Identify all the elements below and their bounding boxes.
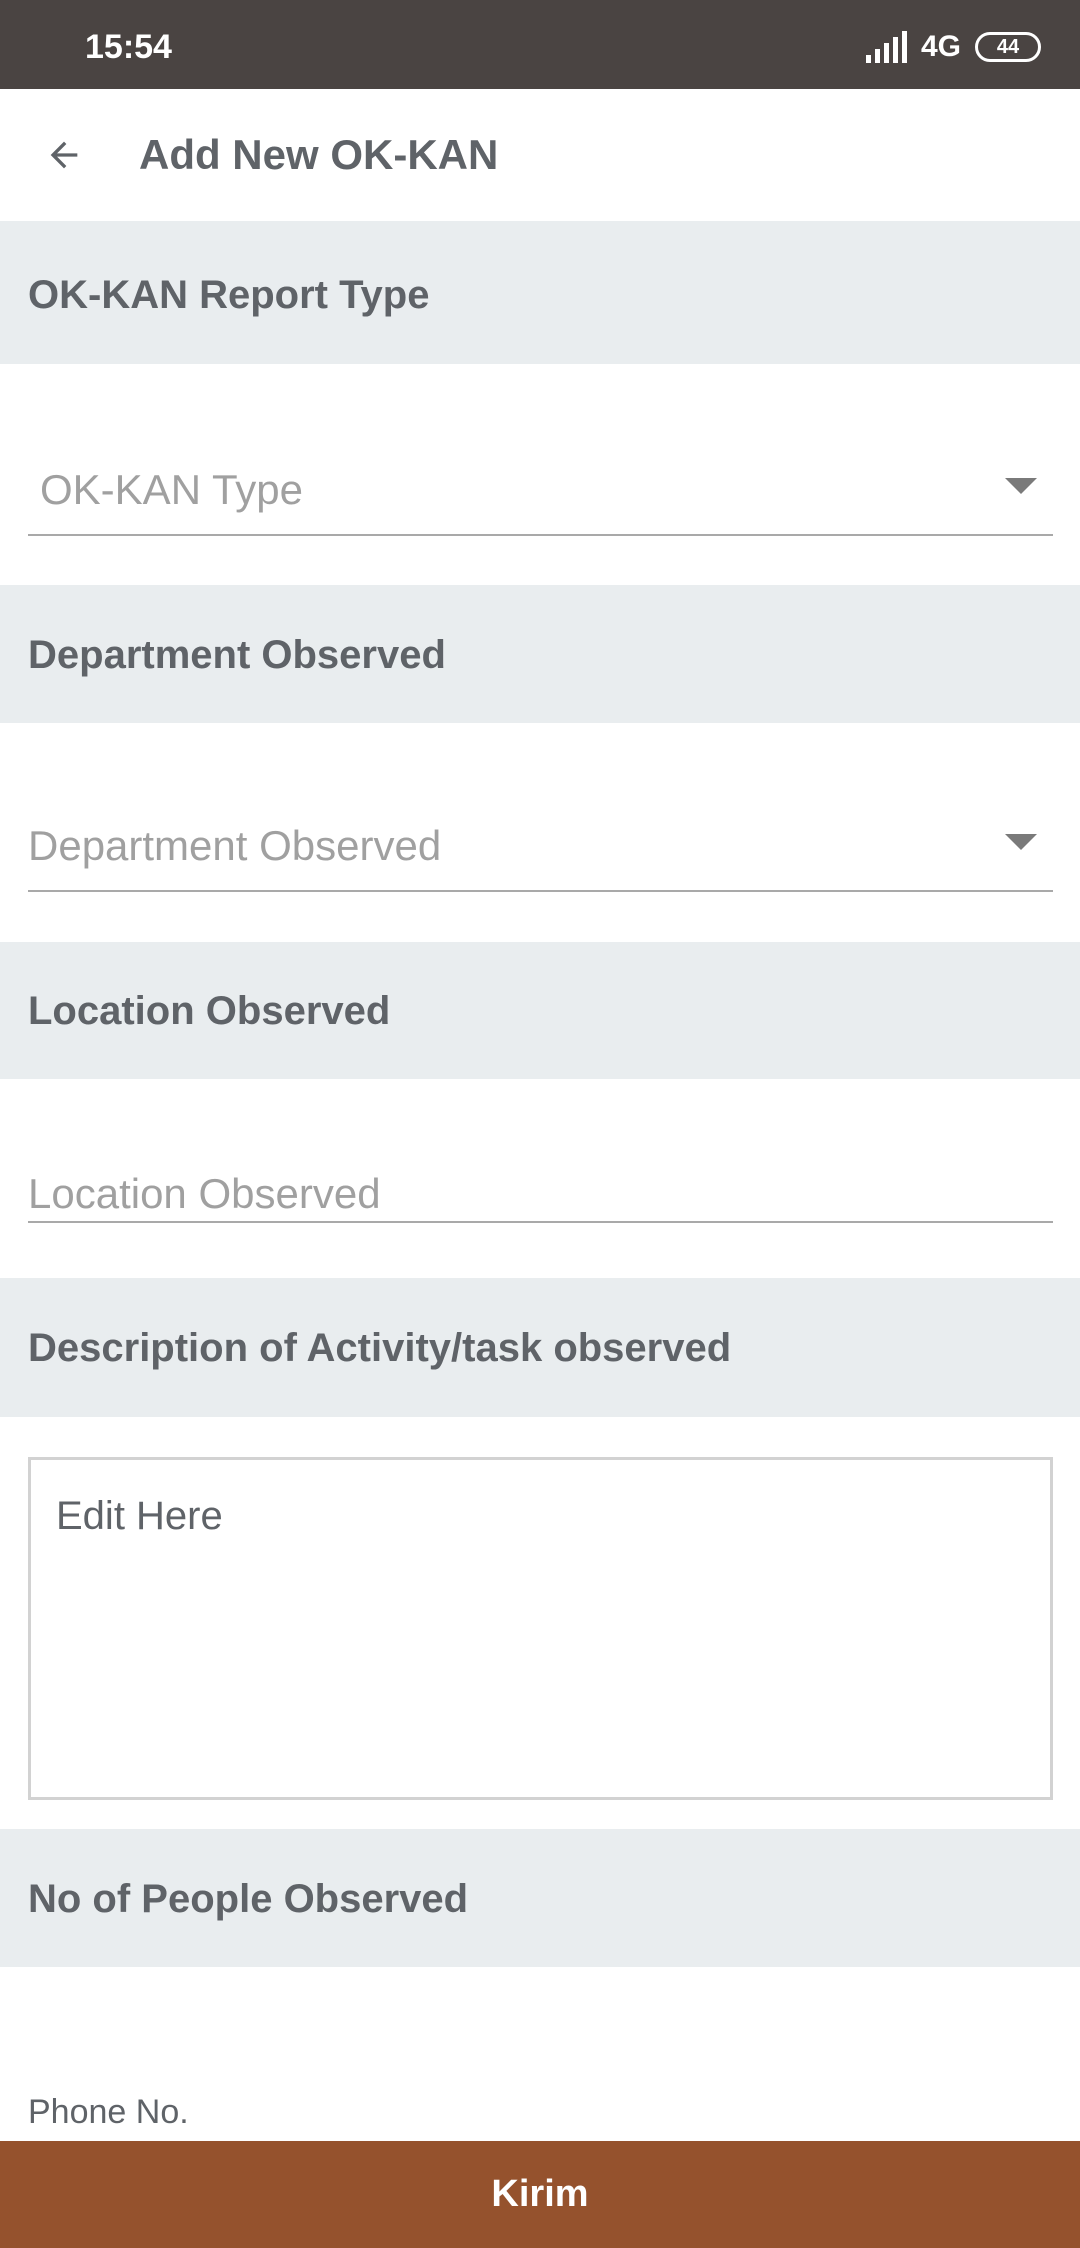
section-header-people: No of People Observed xyxy=(0,1829,1080,1967)
status-time: 15:54 xyxy=(85,28,172,66)
network-type: 4G xyxy=(920,30,961,63)
section-header-location: Location Observed xyxy=(0,942,1080,1079)
arrow-left-icon xyxy=(50,141,78,169)
description-placeholder: Edit Here xyxy=(56,1494,223,1538)
section-header-description: Description of Activity/task observed xyxy=(0,1278,1080,1417)
description-textarea[interactable]: Edit Here xyxy=(28,1457,1053,1800)
section-header-department: Department Observed xyxy=(0,585,1080,723)
location-placeholder: Location Observed xyxy=(28,1170,381,1217)
report-type-placeholder: OK-KAN Type xyxy=(40,466,303,513)
section-title-description: Description of Activity/task observed xyxy=(28,1326,732,1370)
section-header-report-type: OK-KAN Report Type xyxy=(0,221,1080,364)
submit-button[interactable]: Kirim xyxy=(0,2141,1080,2248)
app-bar: Add New OK-KAN xyxy=(0,89,1080,221)
section-title-people: No of People Observed xyxy=(28,1877,469,1921)
signal-icon xyxy=(865,31,907,63)
report-type-dropdown[interactable]: OK-KAN Type xyxy=(28,430,1053,536)
back-button[interactable] xyxy=(30,121,98,189)
section-title-department: Department Observed xyxy=(28,633,446,677)
section-title-location: Location Observed xyxy=(28,989,391,1033)
status-bar: 15:54 4G 44 xyxy=(0,0,1080,89)
location-input[interactable]: Location Observed xyxy=(28,1140,1053,1223)
department-placeholder: Department Observed xyxy=(28,822,442,869)
section-title-report-type: OK-KAN Report Type xyxy=(28,273,430,317)
department-dropdown[interactable]: Department Observed xyxy=(28,788,1053,892)
battery-level: 44 xyxy=(996,35,1020,58)
battery-icon: 44 xyxy=(975,32,1041,62)
status-indicators: 4G 44 xyxy=(865,28,1041,66)
chevron-down-icon xyxy=(1005,478,1037,494)
phone-label: Phone No. xyxy=(28,2093,189,2131)
page-title: Add New OK-KAN xyxy=(139,131,499,178)
submit-label: Kirim xyxy=(491,2173,589,2215)
chevron-down-icon xyxy=(1005,834,1037,850)
